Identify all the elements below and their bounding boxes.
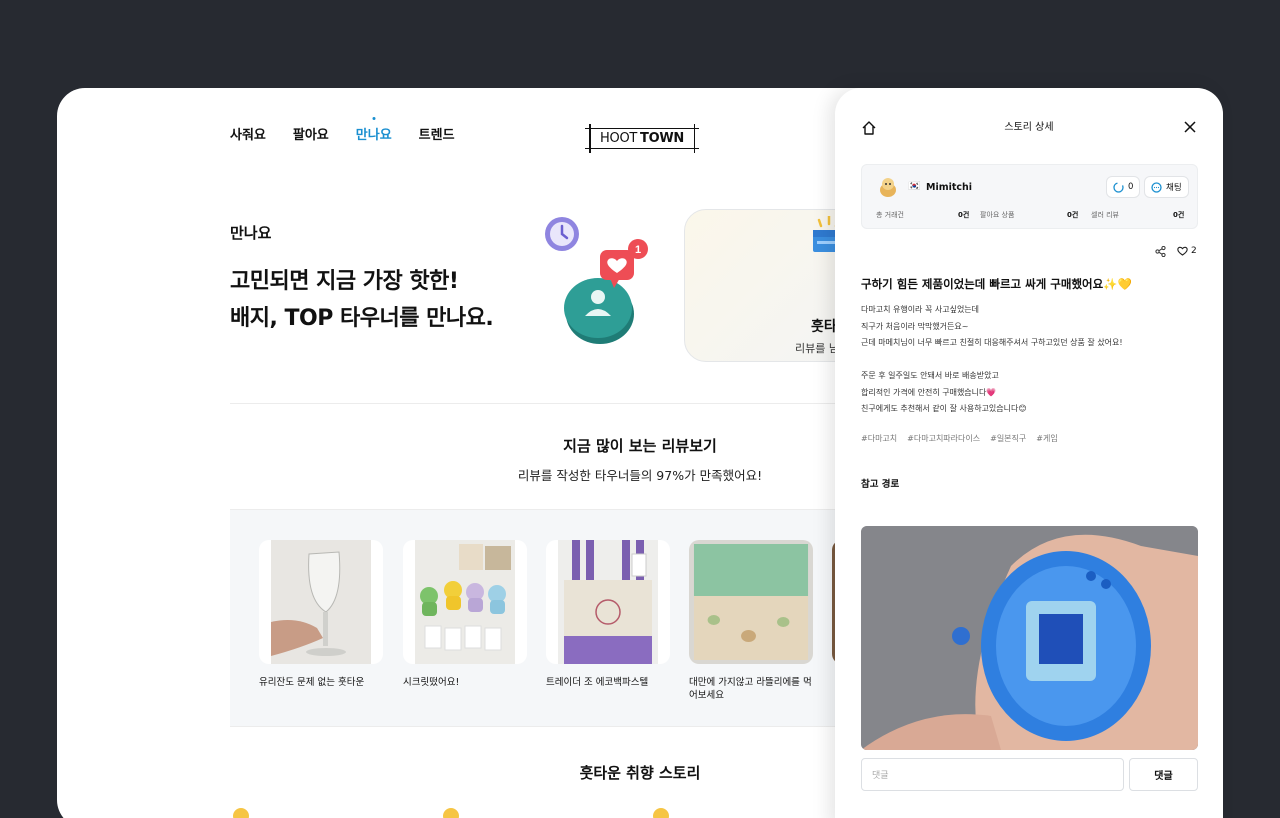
stat-label: 팔아요 상품 <box>980 211 1015 219</box>
avatar <box>233 808 249 818</box>
review-thumbnail-snackbox <box>689 540 813 664</box>
review-thumbnail-totebag <box>558 540 658 664</box>
notification-badge: 1 <box>628 239 648 259</box>
review-thumbnail-figures <box>415 540 515 664</box>
story-author[interactable] <box>233 808 249 818</box>
panel-title: 스토리 상세 <box>1004 122 1054 133</box>
review-card[interactable] <box>546 540 670 664</box>
review-card-label: 트레이더 조 에코백파스텔 <box>546 677 649 688</box>
hero-title: 고민되면 지금 가장 핫한! 배지, TOP 타우너를 만나요. <box>230 263 494 337</box>
hashtag[interactable]: #게임 <box>1036 433 1057 444</box>
post-body-line: 다마고치 유행이라 꼭 사고싶었는데 <box>861 305 980 314</box>
avatar <box>443 808 459 818</box>
hero-title-line2: 배지, TOP 타우너를 만나요. <box>230 306 494 331</box>
post-body-line: 합리적인 가격에 안전히 구매했습니다💗 <box>861 387 997 397</box>
post-body-line: 직구가 처음이라 막막했거든요~ <box>861 321 969 331</box>
hashtag-list: #다마고치 #다마고치파라다이스 #일본직구 #게임 <box>861 433 1058 444</box>
post-title: 구하기 힘든 제품이었는데 빠르고 싸게 구매했어요✨💛 <box>861 277 1132 291</box>
story-author[interactable] <box>653 808 669 818</box>
chat-label: 채팅 <box>1166 183 1182 193</box>
nav-item-sell[interactable]: 팔아요 <box>293 124 329 143</box>
banner-subtitle: 리뷰를 남 <box>795 342 839 355</box>
review-card-label: 대만에 가지않고 라뜰리에를 먹어보세요 <box>689 677 812 701</box>
nav-item-buy[interactable]: 사줘요 <box>230 124 266 143</box>
chat-icon <box>1151 181 1162 193</box>
review-card-label: 시크릿떴어요! <box>403 677 460 688</box>
story-author[interactable] <box>443 808 459 818</box>
hashtag[interactable]: #일본직구 <box>990 433 1026 444</box>
follow-button[interactable]: 0 <box>1106 176 1141 198</box>
meet-illustration: 1 <box>545 217 648 344</box>
review-thumbnail-wineglass <box>271 540 371 664</box>
svg-text:1: 1 <box>635 244 641 256</box>
review-carousel: 유리잔도 문제 없는 훗타운 시크릿떴어요! 트레이더 조 에코백파스텔 대만에… <box>230 509 930 727</box>
stat-value: 0건 <box>1173 211 1185 219</box>
nav-item-trend[interactable]: 트렌드 <box>419 124 455 143</box>
country-flag: 🇰🇷 <box>908 181 921 192</box>
hero-title-line1: 고민되면 지금 가장 핫한! <box>230 269 459 294</box>
review-card-label: 유리잔도 문제 없는 훗타운 <box>259 677 365 688</box>
comment-input[interactable]: 댓글 <box>861 758 1124 791</box>
logo-text-hoot: HOOT <box>600 131 638 146</box>
hashtag[interactable]: #다마고치 <box>861 433 897 444</box>
avatar[interactable] <box>878 176 898 198</box>
chat-button[interactable]: 채팅 <box>1144 176 1189 198</box>
review-card[interactable] <box>259 540 383 664</box>
like-button[interactable]: 2 <box>1177 246 1197 256</box>
reference-label: 참고 경로 <box>861 479 900 490</box>
avatar <box>653 808 669 818</box>
like-count: 2 <box>1191 246 1197 256</box>
follow-count: 0 <box>1128 182 1134 192</box>
stat-label: 총 거래건 <box>876 211 904 219</box>
stat-value: 0건 <box>958 211 970 219</box>
comment-submit-button[interactable]: 댓글 <box>1129 758 1198 791</box>
story-detail-panel: 스토리 상세 🇰🇷 Mimitchi 0 채팅 총 거래건 0건 팔아요 상품 … <box>835 88 1223 818</box>
follow-icon <box>1113 181 1124 193</box>
clock-icon <box>545 217 579 251</box>
username[interactable]: Mimitchi <box>926 182 972 193</box>
post-body-line: 근데 마메치님이 너무 빠르고 친절히 대응해주셔서 구하고있던 상품 잘 샀어… <box>861 338 1123 347</box>
post-body-line: 친구에게도 추천해서 같이 잘 사용하고있습니다😊 <box>861 404 1027 413</box>
share-icon[interactable] <box>1155 246 1166 257</box>
heart-icon <box>1177 246 1188 256</box>
post-body-line: 주문 후 일주일도 안돼서 바로 배송받았고 <box>861 371 999 380</box>
section-divider <box>230 403 870 404</box>
hoottown-logo[interactable]: HOOT TOWN <box>585 124 699 153</box>
stat-value: 0건 <box>1067 211 1079 219</box>
review-card[interactable] <box>689 540 813 664</box>
banner-title: 훗타 <box>811 319 837 335</box>
post-body-spacer <box>861 352 1123 369</box>
post-photo-tamagotchi[interactable] <box>861 526 1198 750</box>
hero-kicker: 만나요 <box>230 224 272 242</box>
review-card[interactable] <box>403 540 527 664</box>
stat-label: 셀러 리뷰 <box>1091 211 1119 219</box>
post-body: 다마고치 유행이라 꼭 사고싶었는데 직구가 처음이라 막막했거든요~ 근데 마… <box>861 302 1123 418</box>
nav-item-meet[interactable]: 만나요 <box>356 124 392 143</box>
logo-text-town: TOWN <box>640 131 684 146</box>
hashtag[interactable]: #다마고치파라다이스 <box>907 433 980 444</box>
user-info-box: 🇰🇷 Mimitchi 0 채팅 총 거래건 0건 팔아요 상품 0건 셀러 리… <box>861 164 1198 229</box>
user-coin-icon <box>564 278 634 344</box>
top-nav: 사줘요 팔아요 만나요 트렌드 <box>230 124 455 143</box>
close-icon[interactable] <box>1183 120 1197 134</box>
